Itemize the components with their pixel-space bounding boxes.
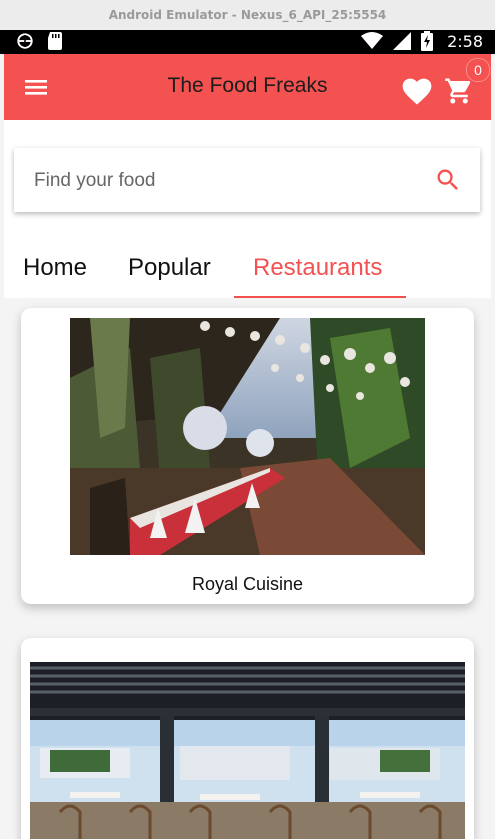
tab-restaurants[interactable]: Restaurants [253,254,382,282]
cart-count-badge: 0 [466,58,490,82]
restaurant-photo [30,662,465,839]
tab-home[interactable]: Home [23,254,87,282]
restaurant-list[interactable]: Royal Cuisine [4,298,491,839]
battery-charging-icon [421,31,434,51]
search-input[interactable] [32,166,416,196]
wifi-icon [361,32,384,49]
restaurant-photo [70,318,425,555]
main-content: Home Popular Restaurants [4,120,491,839]
app-bar: The Food Freaks 0 [4,54,491,120]
status-time: 2:58 [447,31,483,51]
status-bar: 2:58 [0,30,495,54]
window-title-text: Android Emulator - Nexus_6_API_25:5554 [108,8,387,22]
search-icon[interactable] [434,166,462,194]
restaurant-card[interactable] [21,638,474,839]
category-tabs: Home Popular Restaurants [4,240,491,300]
emulator-window-title: Android Emulator - Nexus_6_API_25:5554 [0,0,495,31]
sync-icon [17,33,33,49]
signal-icon [393,32,412,50]
favorites-heart-icon[interactable] [402,78,432,106]
restaurant-card[interactable]: Royal Cuisine [21,308,474,604]
search-bar [14,148,480,212]
sd-card-icon [48,32,62,50]
tab-popular[interactable]: Popular [128,254,211,282]
restaurant-name: Royal Cuisine [191,574,304,594]
